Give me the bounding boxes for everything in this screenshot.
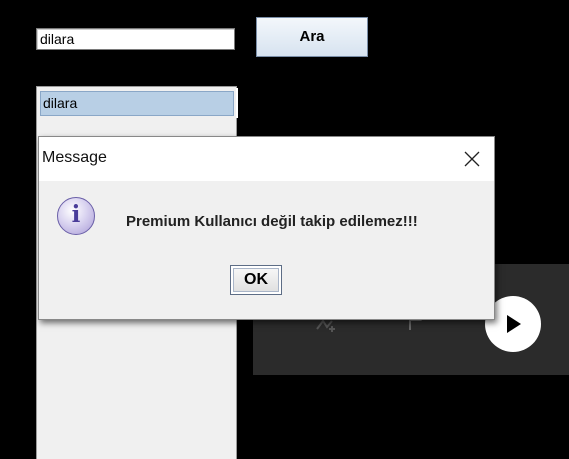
- search-button[interactable]: Ara: [256, 17, 368, 57]
- close-icon[interactable]: [463, 150, 481, 168]
- dialog-titlebar[interactable]: Message: [39, 137, 494, 181]
- message-dialog: Message i Premium Kullanıcı değil takip …: [38, 136, 495, 320]
- search-input[interactable]: dilara: [36, 28, 235, 50]
- ok-button[interactable]: OK: [230, 265, 282, 295]
- dialog-message: Premium Kullanıcı değil takip edilemez!!…: [126, 213, 418, 230]
- list-item[interactable]: dilara: [40, 88, 238, 118]
- dialog-title: Message: [42, 149, 107, 166]
- info-icon: i: [57, 197, 95, 235]
- play-icon: [507, 315, 521, 333]
